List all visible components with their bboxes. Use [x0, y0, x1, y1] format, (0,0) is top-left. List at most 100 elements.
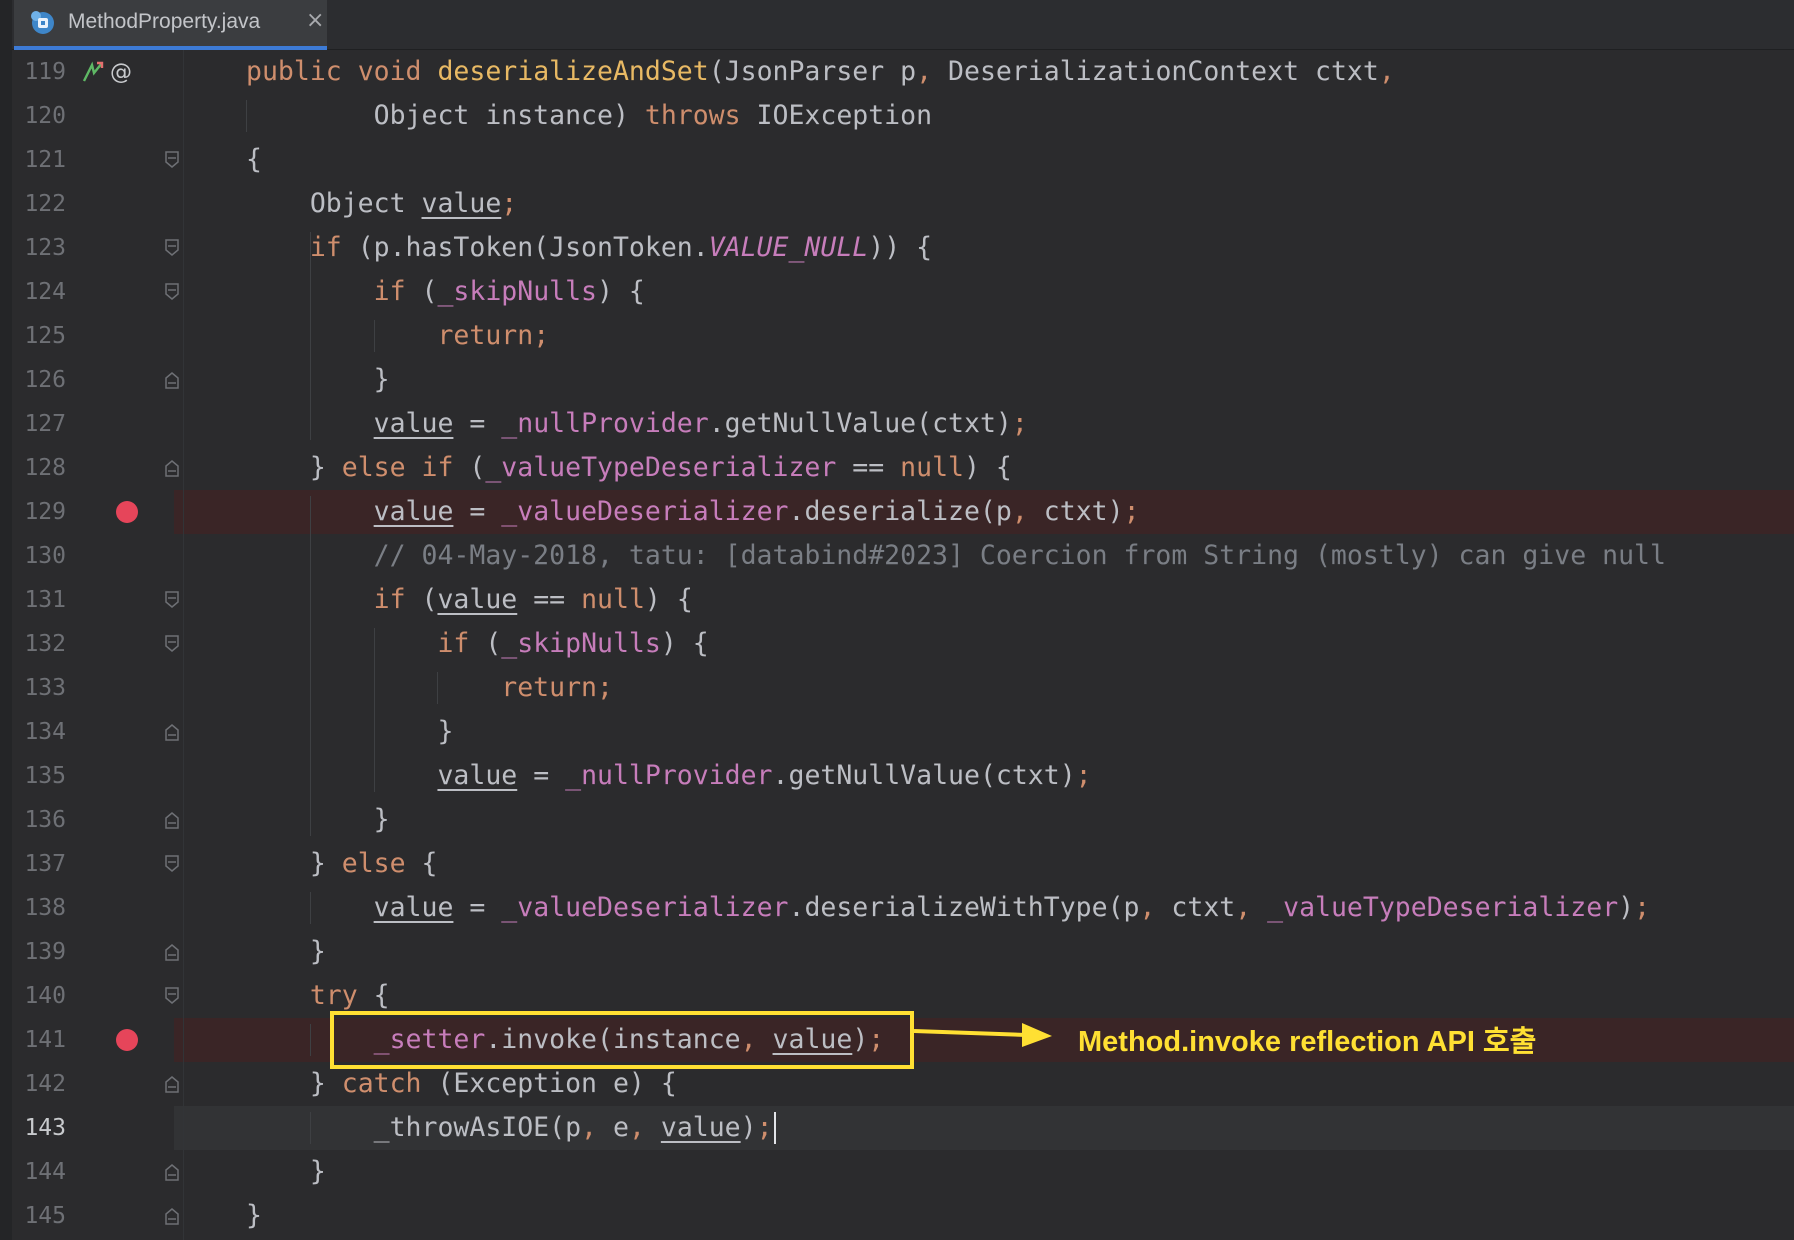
code-text[interactable]: }: [246, 710, 453, 754]
code-line[interactable]: 136 }: [12, 798, 1794, 842]
code-line[interactable]: 120 Object instance) throws IOException: [12, 94, 1794, 138]
code-text[interactable]: _throwAsIOE(p, e, value);: [246, 1106, 773, 1150]
fold-marker-icon[interactable]: [164, 590, 180, 610]
code-text[interactable]: } else if (_valueTypeDeserializer == nul…: [246, 446, 1012, 490]
line-number[interactable]: 123: [12, 226, 66, 270]
line-number[interactable]: 128: [12, 446, 66, 490]
fold-marker-icon[interactable]: [164, 282, 180, 302]
close-icon[interactable]: ×: [306, 8, 324, 33]
code-token: ,: [1011, 496, 1044, 527]
code-text[interactable]: if (_skipNulls) {: [246, 270, 645, 314]
line-number[interactable]: 130: [12, 534, 66, 578]
line-number[interactable]: 124: [12, 270, 66, 314]
line-number[interactable]: 129: [12, 490, 66, 534]
breakpoint-icon[interactable]: [116, 501, 138, 523]
line-number[interactable]: 127: [12, 402, 66, 446]
code-text[interactable]: return;: [246, 666, 613, 710]
code-text[interactable]: value = _nullProvider.getNullValue(ctxt)…: [246, 402, 1028, 446]
tab-title: MethodProperty.java: [68, 10, 261, 33]
code-line[interactable]: 131 if (value == null) {: [12, 578, 1794, 622]
code-line[interactable]: 139 }: [12, 930, 1794, 974]
code-line[interactable]: 121 {: [12, 138, 1794, 182]
code-text[interactable]: }: [246, 1150, 326, 1194]
code-text[interactable]: value = _valueDeserializer.deserialize(p…: [246, 490, 1140, 534]
code-line[interactable]: 132 if (_skipNulls) {: [12, 622, 1794, 666]
code-text[interactable]: Object instance) throws IOException: [246, 94, 932, 138]
line-number[interactable]: 142: [12, 1062, 66, 1106]
line-number[interactable]: 139: [12, 930, 66, 974]
line-number[interactable]: 122: [12, 182, 66, 226]
code-line[interactable]: 119 public void deserializeAndSet(JsonPar…: [12, 50, 1794, 94]
line-number[interactable]: 125: [12, 314, 66, 358]
fold-marker-icon[interactable]: [164, 722, 180, 742]
code-text[interactable]: if (value == null) {: [246, 578, 693, 622]
code-line[interactable]: 127 value = _nullProvider.getNullValue(c…: [12, 402, 1794, 446]
code-text[interactable]: if (p.hasToken(JsonToken.VALUE_NULL)) {: [246, 226, 932, 270]
code-line[interactable]: 137 } else {: [12, 842, 1794, 886]
fold-marker-icon[interactable]: [164, 458, 180, 478]
line-number[interactable]: 138: [12, 886, 66, 930]
line-number[interactable]: 134: [12, 710, 66, 754]
line-number[interactable]: 120: [12, 94, 66, 138]
line-number[interactable]: 126: [12, 358, 66, 402]
fold-marker-icon[interactable]: [164, 238, 180, 258]
code-line[interactable]: 143 _throwAsIOE(p, e, value);: [12, 1106, 1794, 1150]
line-number[interactable]: 145: [12, 1194, 66, 1238]
code-line[interactable]: 138 value = _valueDeserializer.deseriali…: [12, 886, 1794, 930]
code-text[interactable]: }: [246, 1194, 262, 1238]
code-text[interactable]: return;: [246, 314, 549, 358]
fold-marker-icon[interactable]: [164, 810, 180, 830]
fold-marker-icon[interactable]: [164, 854, 180, 874]
fold-marker-icon[interactable]: [164, 1206, 180, 1226]
code-line[interactable]: 134 }: [12, 710, 1794, 754]
code-text[interactable]: }: [246, 930, 326, 974]
fold-marker-icon[interactable]: [164, 1162, 180, 1182]
code-text[interactable]: {: [246, 138, 262, 182]
line-number[interactable]: 143: [12, 1106, 66, 1150]
code-line[interactable]: 130 // 04-May-2018, tatu: [databind#2023…: [12, 534, 1794, 578]
code-text[interactable]: public void deserializeAndSet(JsonParser…: [246, 50, 1395, 94]
fold-marker-icon[interactable]: [164, 986, 180, 1006]
code-text[interactable]: }: [246, 358, 390, 402]
line-number[interactable]: 133: [12, 666, 66, 710]
line-number[interactable]: 141: [12, 1018, 66, 1062]
code-line[interactable]: 129 value = _valueDeserializer.deseriali…: [12, 490, 1794, 534]
code-line[interactable]: 144 }: [12, 1150, 1794, 1194]
fold-marker-icon[interactable]: [164, 1074, 180, 1094]
line-number[interactable]: 121: [12, 138, 66, 182]
line-number[interactable]: 135: [12, 754, 66, 798]
line-number[interactable]: 136: [12, 798, 66, 842]
code-token: _nullProvider: [501, 408, 709, 439]
line-number[interactable]: 140: [12, 974, 66, 1018]
code-line[interactable]: 126 }: [12, 358, 1794, 402]
code-text[interactable]: value = _valueDeserializer.deserializeWi…: [246, 886, 1650, 930]
code-text[interactable]: if (_skipNulls) {: [246, 622, 708, 666]
line-number[interactable]: 144: [12, 1150, 66, 1194]
fold-marker-icon[interactable]: [164, 942, 180, 962]
line-number[interactable]: 132: [12, 622, 66, 666]
code-line[interactable]: 124 if (_skipNulls) {: [12, 270, 1794, 314]
code-text[interactable]: } else {: [246, 842, 438, 886]
code-line[interactable]: 133 return;: [12, 666, 1794, 710]
code-line[interactable]: 128 } else if (_valueTypeDeserializer ==…: [12, 446, 1794, 490]
fold-marker-icon[interactable]: [164, 370, 180, 390]
implements-method-icon[interactable]: [80, 59, 106, 85]
code-line[interactable]: 125 return;: [12, 314, 1794, 358]
code-line[interactable]: 135 value = _nullProvider.getNullValue(c…: [12, 754, 1794, 798]
code-text[interactable]: // 04-May-2018, tatu: [databind#2023] Co…: [246, 534, 1666, 578]
line-number[interactable]: 119: [12, 50, 66, 94]
code-line[interactable]: 122 Object value;: [12, 182, 1794, 226]
tab-methodproperty-java[interactable]: MethodProperty.java ×: [14, 0, 327, 50]
annotation-icon[interactable]: @: [110, 60, 132, 85]
breakpoint-icon[interactable]: [116, 1029, 138, 1051]
code-text[interactable]: Object value;: [246, 182, 517, 226]
code-token: ,: [1139, 892, 1172, 923]
code-text[interactable]: }: [246, 798, 390, 842]
code-line[interactable]: 123 if (p.hasToken(JsonToken.VALUE_NULL)…: [12, 226, 1794, 270]
code-line[interactable]: 145}: [12, 1194, 1794, 1238]
java-class-icon: [31, 11, 54, 34]
fold-marker-icon[interactable]: [164, 634, 180, 654]
fold-marker-icon[interactable]: [164, 150, 180, 170]
line-number[interactable]: 137: [12, 842, 66, 886]
line-number[interactable]: 131: [12, 578, 66, 622]
